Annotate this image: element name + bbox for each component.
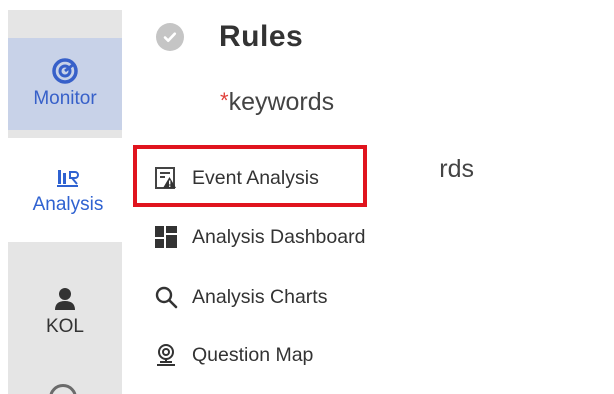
analysis-bar-icon bbox=[57, 170, 79, 187]
rail-item-kol[interactable]: KOL bbox=[8, 272, 122, 352]
rail-item-analysis[interactable]: Analysis bbox=[8, 138, 128, 242]
menu-item-analysis-charts[interactable]: Analysis Charts bbox=[154, 285, 327, 309]
menu-item-question-map[interactable]: Question Map bbox=[154, 343, 313, 367]
rail-label-monitor: Monitor bbox=[33, 88, 97, 109]
dashboard-grid-icon bbox=[155, 226, 177, 248]
menu-item-analysis-dashboard[interactable]: Analysis Dashboard bbox=[154, 225, 365, 249]
menu-item-label: Question Map bbox=[192, 343, 314, 366]
map-pin-icon bbox=[157, 344, 175, 366]
menu-item-label: Analysis Charts bbox=[192, 285, 328, 308]
app-root: Monitor Analysis KOL Rules *keywords rds… bbox=[0, 0, 614, 394]
menu-item-label: Analysis Dashboard bbox=[192, 225, 366, 248]
rules-header: Rules bbox=[156, 20, 303, 54]
rail-label-kol: KOL bbox=[45, 316, 85, 337]
search-icon bbox=[155, 286, 178, 309]
required-asterisk: * bbox=[220, 88, 229, 113]
person-icon bbox=[55, 288, 75, 310]
rail-item-monitor[interactable]: Monitor bbox=[8, 38, 122, 130]
keywords-label: keywords bbox=[228, 88, 335, 116]
rail-more-icon[interactable] bbox=[49, 384, 77, 394]
side-nav-rail: Monitor Analysis KOL bbox=[8, 10, 128, 394]
highlight-box bbox=[133, 145, 367, 207]
obscured-field-label: rds bbox=[439, 155, 474, 183]
monitor-gauge-icon bbox=[52, 58, 78, 84]
page-title: Rules bbox=[219, 20, 304, 53]
keywords-field-label: *keywords bbox=[220, 88, 334, 117]
check-circle-icon bbox=[156, 23, 184, 51]
rail-label-analysis: Analysis bbox=[32, 194, 104, 215]
